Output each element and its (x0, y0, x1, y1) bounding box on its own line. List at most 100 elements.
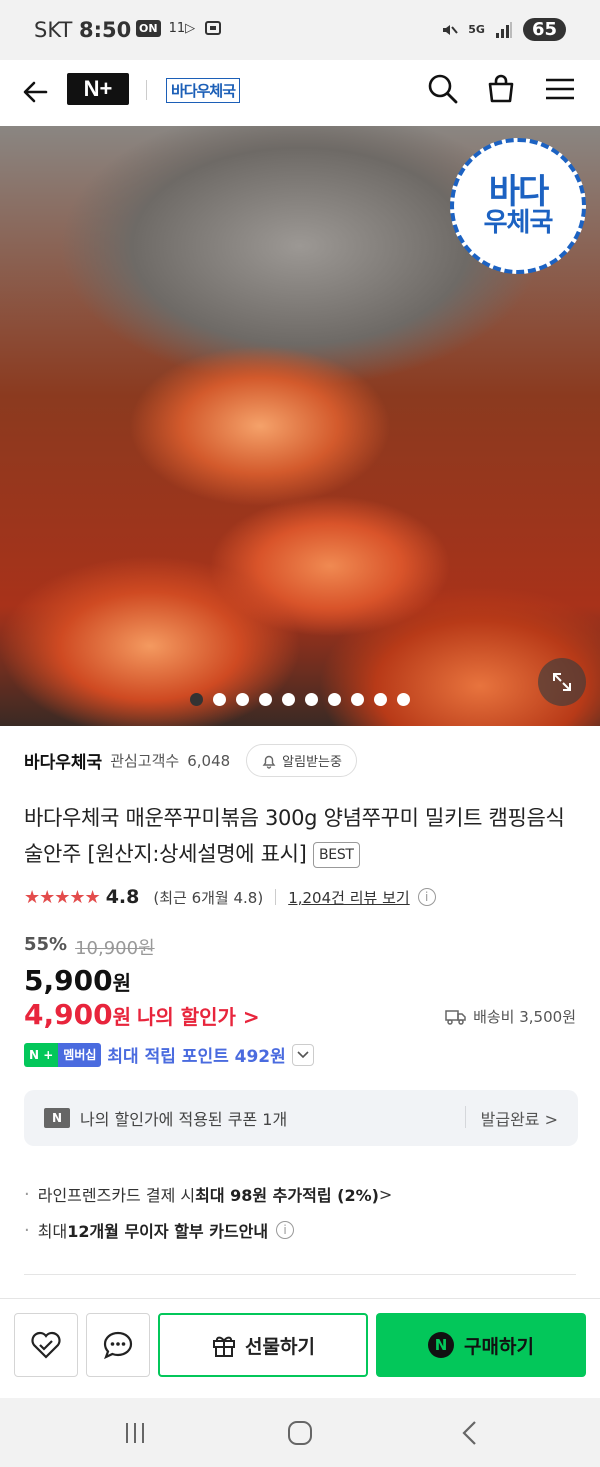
status-carrier: SKT 8:50 (34, 18, 131, 42)
section-divider (24, 1274, 576, 1275)
rating-score: 4.8 (105, 886, 140, 908)
battery-icon: 65 (522, 18, 566, 41)
carousel-dots (0, 693, 600, 706)
my-price-label: 나의 할인가 > (136, 1005, 260, 1029)
benefit-highlight: 최대 98원 추가적립 (2%) (195, 1186, 379, 1205)
chat-icon (103, 1331, 133, 1360)
rating-divider (275, 889, 277, 905)
discount-row: 55% 10,900원 (24, 934, 155, 960)
product-title-text: 바다우체국 매운쭈꾸미볶음 300g 양념쭈꾸미 밀키트 캠핑음식 술안주 [원… (24, 806, 565, 866)
carousel-dot[interactable] (351, 693, 364, 706)
store-info-row: 바다우체국 관심고객수 6,048 알림받는중 (24, 744, 357, 777)
naver-pay-icon: N (428, 1332, 455, 1358)
system-navigation-bar (0, 1398, 600, 1467)
discount-rate: 55% (24, 934, 68, 955)
my-price-value: 4,900 (24, 998, 113, 1031)
info-icon[interactable]: i (417, 888, 436, 906)
search-icon[interactable] (426, 72, 460, 106)
price-unit: 원 (112, 971, 131, 995)
badge-line2: 우체국 (483, 207, 554, 238)
heart-icon (31, 1331, 61, 1359)
gift-label: 선물하기 (245, 1335, 315, 1358)
naver-plus-mini-logo: N + (24, 1042, 59, 1067)
chat-button[interactable] (86, 1313, 150, 1377)
brand-seal-badge: 바다 우체국 (450, 138, 586, 274)
carousel-dot[interactable] (282, 693, 295, 706)
benefits-list: 라인프렌즈카드 결제 시 최대 98원 추가적립 (2%) > 최대 12개월 … (24, 1176, 393, 1248)
reviews-link[interactable]: 1,204건 리뷰 보기 (288, 887, 409, 908)
coupon-issued-button[interactable]: 발급완료 > (481, 1106, 558, 1130)
status-left-icons: ON 11▷ (136, 18, 223, 38)
carousel-dot[interactable] (305, 693, 318, 706)
benefit-text: 최대 (37, 1222, 68, 1241)
naver-plus-logo[interactable]: N+ (67, 73, 129, 105)
on-icon: ON (136, 19, 161, 37)
status-time: 8:50 (79, 18, 132, 42)
benefit-text: 라인프렌즈카드 결제 시 (37, 1186, 196, 1205)
coupon-text: 나의 할인가에 적용된 쿠폰 1개 (80, 1110, 288, 1129)
coupon-divider (465, 1106, 466, 1128)
rating-row: ★★★★★ 4.8 (최근 6개월 4.8) 1,204건 리뷰 보기 i (24, 886, 436, 908)
carousel-dot[interactable] (259, 693, 272, 706)
carousel-dot[interactable] (213, 693, 226, 706)
best-badge: BEST (312, 842, 360, 868)
gift-button[interactable]: 선물하기 (158, 1313, 368, 1377)
carrier-text: SKT (34, 18, 73, 42)
product-image-carousel[interactable]: 바다 우체국 (0, 126, 600, 726)
membership-badge: N + 멤버십 (24, 1042, 102, 1067)
carousel-dot[interactable] (190, 693, 203, 706)
app-header: N+ 바다우체국 (0, 60, 600, 126)
status-right-icons: 5G 65 (440, 18, 566, 41)
star-rating-icon: ★★★★★ (24, 886, 101, 908)
carousel-dot[interactable] (328, 693, 341, 706)
membership-row[interactable]: N + 멤버십 최대 적립 포인트 492원 (24, 1042, 314, 1067)
benefit-chevron: > (378, 1184, 393, 1204)
original-price: 10,900원 (75, 938, 155, 959)
recent-apps-icon[interactable] (120, 1418, 150, 1448)
alarm-label: 알림받는중 (282, 755, 342, 770)
naver-n-icon: N (44, 1108, 70, 1128)
back-arrow-icon[interactable] (20, 76, 52, 108)
sale-price-value: 5,900 (24, 964, 113, 997)
store-brand-logo[interactable]: 바다우체국 (166, 78, 241, 103)
fans-count: 6,048 (187, 751, 231, 770)
signal-icon (495, 21, 512, 38)
benefit-card-points[interactable]: 라인프렌즈카드 결제 시 최대 98원 추가적립 (2%) > (24, 1176, 393, 1212)
max-points: 최대 적립 포인트 492원 (107, 1047, 286, 1067)
store-name[interactable]: 바다우체국 (24, 748, 102, 773)
screenshot-icon (205, 21, 222, 35)
my-discount-price[interactable]: 4,900원 나의 할인가 > (24, 998, 260, 1031)
chevron-down-icon[interactable] (291, 1043, 314, 1066)
wishlist-button[interactable] (14, 1313, 78, 1377)
badge-line1: 바다 (488, 171, 550, 212)
shipping-text: 배송비 3,500원 (473, 1008, 576, 1026)
rating-recent: (최근 6개월 4.8) (153, 888, 264, 907)
buy-button[interactable]: N 구매하기 (376, 1313, 586, 1377)
alarm-subscribe-button[interactable]: 알림받는중 (246, 744, 357, 777)
carousel-dot[interactable] (397, 693, 410, 706)
header-divider (146, 80, 147, 100)
carousel-dot[interactable] (236, 693, 249, 706)
shipping-fee: 배송비 3,500원 (445, 1006, 576, 1027)
bottom-action-bar: 선물하기 N 구매하기 (0, 1298, 600, 1398)
fans-label: 관심고객수 (110, 752, 180, 770)
coupon-box[interactable]: N 나의 할인가에 적용된 쿠폰 1개 발급완료 > (24, 1090, 578, 1146)
expand-image-button[interactable] (538, 658, 586, 706)
home-icon[interactable] (285, 1418, 315, 1448)
back-nav-icon[interactable] (455, 1418, 485, 1448)
eleven-icon: 11▷ (168, 20, 196, 36)
status-bar: SKT 8:50 ON 11▷ 5G 65 (0, 0, 600, 60)
expand-icon (553, 673, 571, 691)
membership-label: 멤버십 (58, 1042, 102, 1067)
product-title: 바다우체국 매운쭈꾸미볶음 300g 양념쭈꾸미 밀키트 캠핑음식 술안주 [원… (24, 800, 574, 872)
truck-icon (445, 1009, 466, 1025)
my-price-unit: 원 (112, 1005, 131, 1029)
info-icon[interactable]: i (276, 1221, 295, 1239)
benefit-installment[interactable]: 최대 12개월 무이자 할부 카드안내 i (24, 1212, 392, 1248)
carousel-dot[interactable] (374, 693, 387, 706)
menu-icon[interactable] (543, 72, 577, 106)
benefit-highlight: 12개월 무이자 할부 카드안내 (67, 1222, 269, 1241)
cart-icon[interactable] (484, 72, 518, 106)
gift-icon (213, 1336, 236, 1357)
bell-icon (262, 755, 276, 769)
